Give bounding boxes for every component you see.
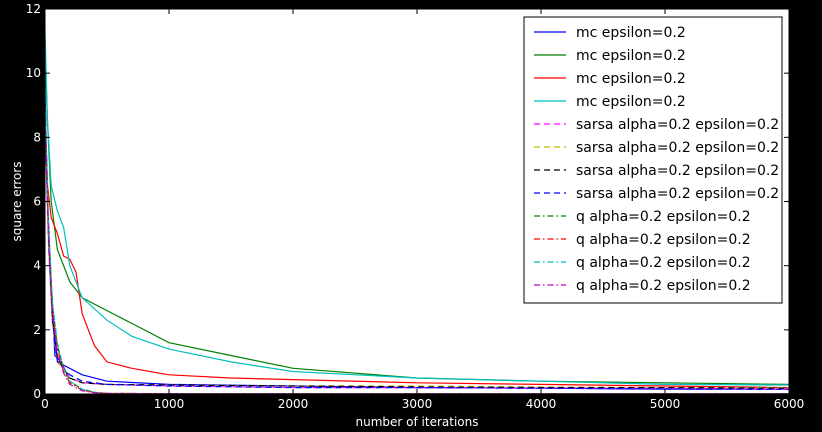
x-tick-label: 5000 [650,397,681,411]
legend-item-label: mc epsilon=0.2 [576,94,686,110]
x-tick-label: 0 [41,397,49,411]
legend-item-label: q alpha=0.2 epsilon=0.2 [576,209,751,225]
x-tick-label: 4000 [526,397,557,411]
legend-item-label: mc epsilon=0.2 [576,25,686,41]
y-tick-label: 10 [26,66,41,80]
legend-item-label: sarsa alpha=0.2 epsilon=0.2 [576,117,779,133]
legend-item-label: q alpha=0.2 epsilon=0.2 [576,278,751,294]
y-axis-label: square errors [10,162,24,242]
legend-item-label: sarsa alpha=0.2 epsilon=0.2 [576,140,779,156]
x-tick-label: 1000 [154,397,185,411]
y-tick-label: 6 [33,195,41,209]
x-axis-label: number of iterations [356,415,479,429]
y-tick-label: 8 [33,130,41,144]
legend-item-label: mc epsilon=0.2 [576,48,686,64]
y-tick-label: 12 [26,2,41,16]
legend-item-label: q alpha=0.2 epsilon=0.2 [576,232,751,248]
x-tick-label: 2000 [278,397,309,411]
legend: mc epsilon=0.2 mc epsilon=0.2 mc epsilon=0… [523,16,783,304]
legend-item-label: q alpha=0.2 epsilon=0.2 [576,255,751,271]
y-tick-label: 4 [33,259,41,273]
line-chart: 0 1000 2000 3000 4000 5000 6000 0 2 4 6 8 10 12 numbe… [10,2,805,429]
x-tick-label: 6000 [774,397,805,411]
legend-item-label: sarsa alpha=0.2 epsilon=0.2 [576,163,779,179]
y-tick-label: 0 [33,387,41,401]
y-tick-label: 2 [33,323,41,337]
x-tick-label: 3000 [402,397,433,411]
legend-item-label: sarsa alpha=0.2 epsilon=0.2 [576,186,779,202]
legend-item-label: mc epsilon=0.2 [576,71,686,87]
